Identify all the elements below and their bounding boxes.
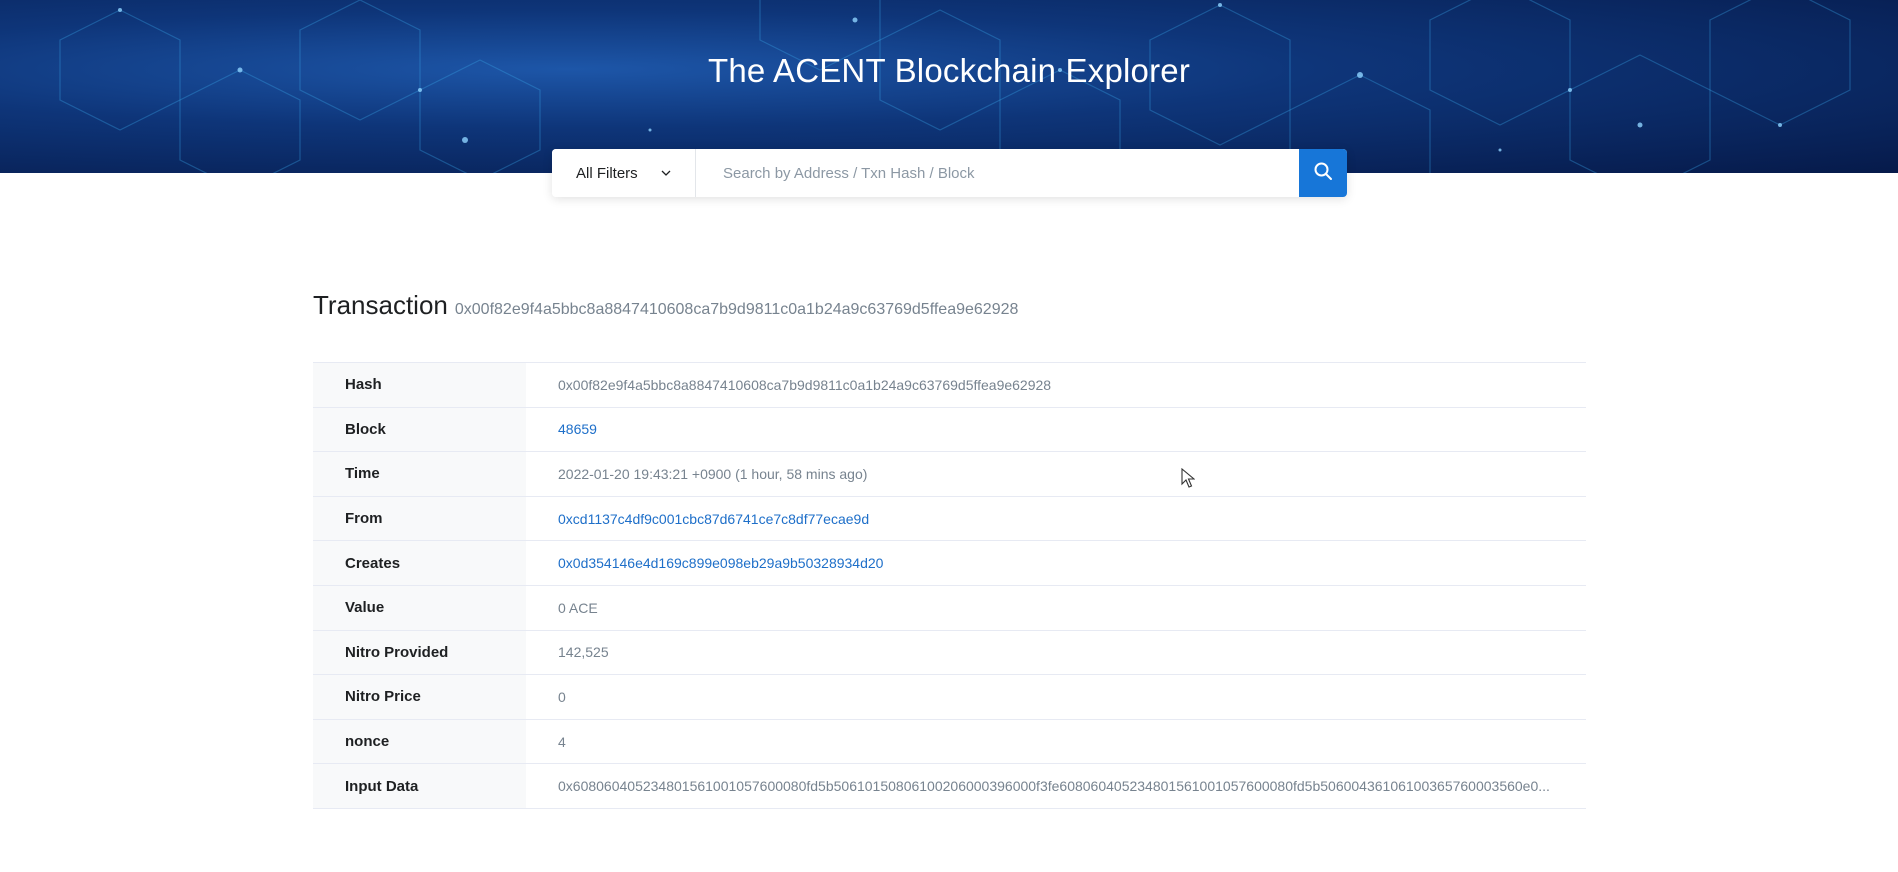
from-address-link[interactable]: 0xcd1137c4df9c001cbc87d6741ce7c8df77ecae…	[526, 497, 1586, 541]
detail-label: Creates	[313, 541, 526, 585]
detail-row-nitro-provided: Nitro Provided 142,525	[313, 630, 1586, 676]
hero-banner: The ACENT Blockchain Explorer	[0, 0, 1898, 173]
detail-value-nitro-provided: 142,525	[558, 644, 609, 661]
detail-label: Nitro Provided	[313, 630, 526, 675]
block-link[interactable]: 48659	[526, 408, 1586, 452]
detail-label: From	[313, 496, 526, 541]
detail-label: Value	[313, 585, 526, 630]
transaction-header: Transaction 0x00f82e9f4a5bbc8a8847410608…	[313, 290, 1018, 321]
detail-row-nonce: nonce 4	[313, 719, 1586, 765]
transaction-heading: Transaction	[313, 290, 448, 320]
detail-row-block: Block 48659	[313, 407, 1586, 453]
detail-label: nonce	[313, 719, 526, 764]
detail-row-value: Value 0 ACE	[313, 585, 1586, 631]
detail-label: Input Data	[313, 764, 526, 808]
detail-value-nitro-price: 0	[558, 688, 566, 705]
detail-label: Block	[313, 407, 526, 452]
mouse-cursor-icon	[1181, 467, 1196, 493]
detail-row-creates: Creates 0x0d354146e4d169c899e098eb29a9b5…	[313, 541, 1586, 586]
detail-value-input-data: 0x608060405234801561001057600080fd5b5061…	[558, 778, 1550, 795]
detail-row-hash: Hash 0x00f82e9f4a5bbc8a8847410608ca7b9d9…	[313, 363, 1586, 408]
filter-dropdown[interactable]: All Filters	[552, 149, 696, 197]
detail-value-nonce: 4	[558, 733, 566, 750]
chevron-down-icon	[660, 167, 672, 179]
detail-label: Nitro Price	[313, 675, 526, 719]
detail-value-amount: 0 ACE	[558, 599, 598, 616]
detail-row-nitro-price: Nitro Price 0	[313, 675, 1586, 720]
transaction-details-table: Hash 0x00f82e9f4a5bbc8a8847410608ca7b9d9…	[313, 362, 1586, 809]
search-icon	[1313, 161, 1333, 186]
detail-label: Time	[313, 452, 526, 496]
detail-row-input-data: Input Data 0x608060405234801561001057600…	[313, 764, 1586, 809]
transaction-hash-subtitle: 0x00f82e9f4a5bbc8a8847410608ca7b9d9811c0…	[454, 301, 1019, 318]
created-contract-link[interactable]: 0x0d354146e4d169c899e098eb29a9b50328934d…	[526, 541, 1586, 585]
search-input[interactable]	[696, 149, 1299, 197]
search-button[interactable]	[1299, 149, 1347, 197]
detail-value-time: 2022-01-20 19:43:21 +0900 (1 hour, 58 mi…	[558, 465, 868, 482]
search-bar: All Filters	[552, 149, 1347, 197]
filter-dropdown-label: All Filters	[576, 164, 638, 182]
detail-value-hash: 0x00f82e9f4a5bbc8a8847410608ca7b9d9811c0…	[558, 376, 1052, 393]
detail-row-from: From 0xcd1137c4df9c001cbc87d6741ce7c8df7…	[313, 496, 1586, 542]
detail-label: Hash	[313, 363, 526, 407]
detail-row-time: Time 2022-01-20 19:43:21 +0900 (1 hour, …	[313, 452, 1586, 497]
page-title: The ACENT Blockchain Explorer	[707, 52, 1191, 89]
